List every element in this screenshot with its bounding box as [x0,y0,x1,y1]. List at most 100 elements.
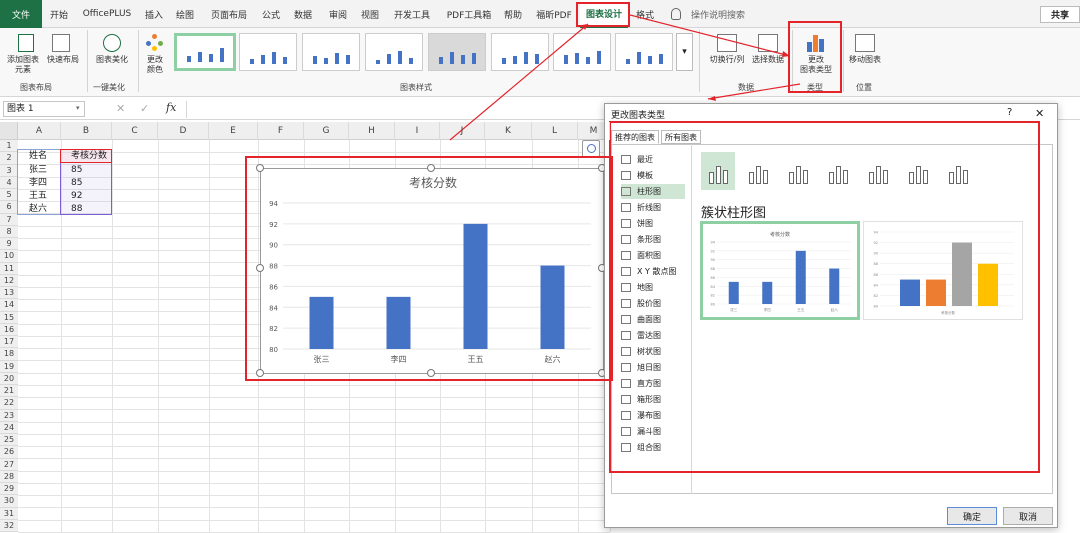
select-data-button[interactable]: 选择数据 [748,55,788,65]
cell-a3[interactable]: 张三 [26,164,47,177]
tab-view[interactable]: 视图 [357,0,383,28]
tab-draw[interactable]: 绘图 [172,0,198,28]
share-button[interactable]: 共享 [1040,6,1080,23]
tab-formulas[interactable]: 公式 [258,0,284,28]
ok-button[interactable]: 确定 [947,507,997,525]
row-header-8[interactable]: 8 [0,225,18,238]
row-header-5[interactable]: 5 [0,189,18,202]
row-header-2[interactable]: 2 [0,152,18,165]
row-header-4[interactable]: 4 [0,176,18,189]
row-header-23[interactable]: 23 [0,409,18,422]
chart-style-thumb[interactable] [428,33,486,71]
column-header-b[interactable]: B [61,122,112,140]
row-header-7[interactable]: 7 [0,213,18,226]
row-header-9[interactable]: 9 [0,238,18,251]
row-header-24[interactable]: 24 [0,421,18,434]
quick-layout-button[interactable]: 快速布局 [44,55,82,65]
row-header-31[interactable]: 31 [0,507,18,520]
row-header-13[interactable]: 13 [0,287,18,300]
tab-developer[interactable]: 开发工具 [389,0,435,28]
tab-help[interactable]: 帮助 [500,0,526,28]
tab-file[interactable]: 文件 [0,0,42,28]
cell-b6[interactable]: 88 [68,203,82,216]
name-box[interactable]: 图表 1 [3,101,85,117]
row-header-22[interactable]: 22 [0,397,18,410]
row-header-20[interactable]: 20 [0,372,18,385]
column-header-j[interactable]: J [440,122,485,140]
row-header-16[interactable]: 16 [0,323,18,336]
column-header-g[interactable]: G [304,122,349,140]
row-header-32[interactable]: 32 [0,519,18,532]
chart-style-thumb[interactable] [174,33,236,71]
switch-row-column-button[interactable]: 切换行/列 [703,55,751,65]
chart-style-thumb[interactable] [302,33,360,71]
move-chart-button[interactable]: 移动图表 [845,55,885,65]
column-header-c[interactable]: C [112,122,158,140]
name-box-dropdown-icon[interactable]: ▾ [76,104,80,112]
row-header-21[interactable]: 21 [0,385,18,398]
column-header-m[interactable]: M [578,122,610,140]
chart-beautify-button[interactable]: 图表美化 [90,55,134,65]
chart-style-thumb[interactable] [491,33,549,71]
cell-b3[interactable]: 85 [68,164,82,177]
function-icon[interactable]: fx [166,101,176,114]
row-header-25[interactable]: 25 [0,434,18,447]
column-header-e[interactable]: E [209,122,258,140]
cell-a6[interactable]: 赵六 [26,203,47,216]
column-header-l[interactable]: L [532,122,578,140]
row-header-30[interactable]: 30 [0,495,18,508]
cell-b4[interactable]: 85 [68,177,82,190]
row-header-28[interactable]: 28 [0,470,18,483]
column-header-h[interactable]: H [349,122,395,140]
column-header-d[interactable]: D [158,122,209,140]
row-header-1[interactable]: 1 [0,140,18,153]
tab-home[interactable]: 开始 [46,0,72,28]
cancel-icon[interactable]: ✕ [116,102,125,115]
column-header-f[interactable]: F [258,122,304,140]
tab-foxit-pdf[interactable]: 福昕PDF [532,0,576,28]
row-header-14[interactable]: 14 [0,299,18,312]
chart-style-thumb[interactable] [553,33,611,71]
gallery-more-button[interactable]: ▾ [676,33,693,71]
column-header-a[interactable]: A [18,122,61,140]
column-header-k[interactable]: K [485,122,532,140]
row-header-11[interactable]: 11 [0,262,18,275]
help-button[interactable]: ? [1007,107,1012,118]
column-header-i[interactable]: I [395,122,440,140]
tab-data[interactable]: 数据 [290,0,316,28]
cell-b5[interactable]: 92 [68,190,82,203]
enter-icon[interactable]: ✓ [140,102,149,115]
tab-format[interactable]: 格式 [632,0,658,28]
row-header-12[interactable]: 12 [0,274,18,287]
chart-style-thumb[interactable] [239,33,297,71]
row-header-19[interactable]: 19 [0,360,18,373]
row-header-3[interactable]: 3 [0,164,18,177]
row-header-15[interactable]: 15 [0,311,18,324]
chart-style-thumb[interactable] [365,33,423,71]
tab-insert[interactable]: 插入 [141,0,167,28]
cancel-button[interactable]: 取消 [1003,507,1053,525]
row-header-10[interactable]: 10 [0,250,18,263]
cell-b2[interactable]: 考核分数 [68,150,107,163]
row-header-17[interactable]: 17 [0,336,18,349]
tab-review[interactable]: 审阅 [325,0,351,28]
tab-pdf-toolbox[interactable]: PDF工具箱 [440,0,498,28]
change-colors-button[interactable]: 更改 颜色 [140,55,170,75]
formula-input[interactable] [186,101,606,118]
cell-a2[interactable]: 姓名 [26,150,47,163]
row-header-29[interactable]: 29 [0,483,18,496]
row-header-27[interactable]: 27 [0,458,18,471]
tab-officeplus[interactable]: OfficePLUS [76,0,138,28]
close-icon[interactable]: ✕ [1035,107,1044,120]
row-header-18[interactable]: 18 [0,348,18,361]
row-header-26[interactable]: 26 [0,446,18,459]
cell-a5[interactable]: 王五 [26,190,47,203]
tab-page-layout[interactable]: 页面布局 [205,0,253,28]
grid-row-line [18,482,610,484]
add-chart-element-button[interactable]: 添加图表 元素 [3,55,43,75]
tell-me-search[interactable]: 操作说明搜索 [686,0,750,28]
row-header-6[interactable]: 6 [0,201,18,214]
cell-a4[interactable]: 李四 [26,177,47,190]
select-all-corner[interactable] [0,122,18,140]
chart-style-thumb[interactable] [615,33,673,71]
